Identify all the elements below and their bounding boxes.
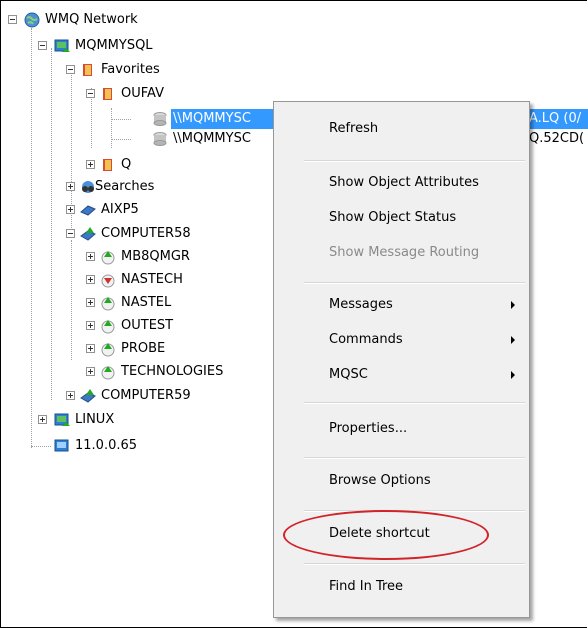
- tree-node-mqmmysql[interactable]: MQMMYSQL: [0, 36, 200, 56]
- queue-icon: [153, 132, 167, 146]
- tree-node-mb8qmgr[interactable]: MB8QMGR: [0, 247, 200, 267]
- tree-label: MQMMYSQL: [75, 38, 153, 53]
- expand-icon[interactable]: [86, 160, 95, 169]
- tree-label: Searches: [95, 179, 155, 194]
- expand-icon[interactable]: [66, 182, 75, 191]
- menu-item-mqsc[interactable]: MQSC: [329, 365, 368, 385]
- tree-label: AIXP5: [101, 202, 139, 217]
- expand-icon[interactable]: [86, 367, 95, 376]
- tree-node-linux[interactable]: LINUX: [0, 410, 200, 430]
- expand-icon[interactable]: [66, 205, 75, 214]
- tree-node-searches[interactable]: Searches: [0, 177, 200, 197]
- menu-item-find-in-tree[interactable]: Find In Tree: [329, 577, 403, 597]
- tree-label: LINUX: [75, 412, 115, 427]
- highlight-ellipse: [283, 510, 489, 560]
- tree-node-ip[interactable]: 11.0.0.65: [0, 436, 200, 456]
- tree-label-tail: Q.52CD(: [529, 131, 585, 146]
- collapse-icon[interactable]: [38, 41, 47, 50]
- menu-item-commands[interactable]: Commands: [329, 330, 403, 350]
- qmgr-running-icon: [101, 297, 115, 311]
- submenu-arrow-icon: [511, 336, 515, 344]
- expand-icon[interactable]: [38, 415, 47, 424]
- collapse-icon[interactable]: [8, 15, 17, 24]
- tree-label-selected-tail: A.LQ (0/: [527, 109, 588, 129]
- menu-separator: [304, 160, 525, 162]
- tree-label: WMQ Network: [45, 12, 138, 27]
- tree-label: MB8QMGR: [121, 249, 190, 264]
- tree-label: NASTEL: [121, 295, 172, 310]
- menu-item-show-routing: Show Message Routing: [329, 245, 480, 260]
- collapse-icon[interactable]: [66, 65, 75, 74]
- expand-icon[interactable]: [66, 391, 75, 400]
- tree-label: Q: [121, 157, 132, 172]
- qmgr-stopped-icon: [101, 274, 115, 288]
- tree-node-technologies[interactable]: TECHNOLOGIES: [0, 362, 280, 382]
- favorites-icon: [83, 64, 92, 76]
- tree-node-probe[interactable]: PROBE: [0, 339, 200, 359]
- tree-label: TECHNOLOGIES: [121, 364, 224, 379]
- menu-item-show-status[interactable]: Show Object Status: [329, 208, 456, 228]
- menu-separator: [304, 402, 525, 404]
- queue-icon: [153, 112, 167, 126]
- tree-label: COMPUTER58: [101, 226, 191, 241]
- host-icon: [80, 205, 96, 216]
- qmgr-running-icon: [101, 251, 115, 265]
- menu-item-properties[interactable]: Properties...: [329, 419, 407, 439]
- tree-label: NASTECH: [121, 272, 183, 287]
- tree-node-q[interactable]: Q: [0, 155, 200, 175]
- menu-separator: [304, 282, 525, 284]
- server-icon: [54, 413, 70, 426]
- server-icon: [54, 439, 69, 452]
- server-icon: [54, 39, 70, 52]
- tree-label-selected: \\MQMMYSC: [171, 109, 273, 129]
- tree-label: COMPUTER59: [101, 388, 191, 403]
- expand-icon[interactable]: [86, 275, 95, 284]
- tree-label: OUFAV: [121, 86, 164, 101]
- tree-node-root[interactable]: WMQ Network: [0, 10, 200, 30]
- folder-icon: [103, 88, 112, 100]
- menu-separator: [304, 563, 525, 565]
- tree-label: Favorites: [101, 62, 160, 77]
- menu-item-messages[interactable]: Messages: [329, 295, 393, 315]
- collapse-icon[interactable]: [66, 229, 75, 238]
- submenu-arrow-icon: [511, 371, 515, 379]
- host-icon: [80, 389, 96, 403]
- tree-node-favorites[interactable]: Favorites: [0, 60, 200, 80]
- submenu-arrow-icon: [511, 301, 515, 309]
- qmgr-running-icon: [101, 343, 115, 357]
- folder-icon: [103, 159, 112, 171]
- menu-item-show-attributes[interactable]: Show Object Attributes: [329, 173, 479, 193]
- tree-label: \\MQMMYSC: [173, 131, 251, 146]
- tree-label: 11.0.0.65: [75, 438, 138, 453]
- tree-node-computer58[interactable]: COMPUTER58: [0, 224, 200, 244]
- binoculars-icon: [82, 181, 94, 193]
- expand-icon[interactable]: [86, 344, 95, 353]
- tree-node-aixp5[interactable]: AIXP5: [0, 200, 200, 220]
- globe-icon: [24, 12, 40, 28]
- qmgr-running-icon: [101, 366, 115, 380]
- tree-node-outest[interactable]: OUTEST: [0, 316, 200, 336]
- menu-item-browse-options[interactable]: Browse Options: [329, 471, 431, 491]
- tree-node-oufav[interactable]: OUFAV: [0, 84, 200, 104]
- tree-label: OUTEST: [121, 318, 174, 333]
- host-icon: [80, 227, 96, 241]
- collapse-icon[interactable]: [86, 89, 95, 98]
- tree-node-nastel[interactable]: NASTEL: [0, 293, 200, 313]
- qmgr-running-icon: [101, 320, 115, 334]
- expand-icon[interactable]: [86, 298, 95, 307]
- tree-node-nastech[interactable]: NASTECH: [0, 270, 200, 290]
- menu-item-refresh[interactable]: Refresh: [329, 119, 378, 139]
- expand-icon[interactable]: [86, 252, 95, 261]
- menu-separator: [304, 457, 525, 459]
- expand-icon[interactable]: [86, 321, 95, 330]
- tree-node-computer59[interactable]: COMPUTER59: [0, 386, 200, 406]
- tree-label: PROBE: [121, 341, 166, 356]
